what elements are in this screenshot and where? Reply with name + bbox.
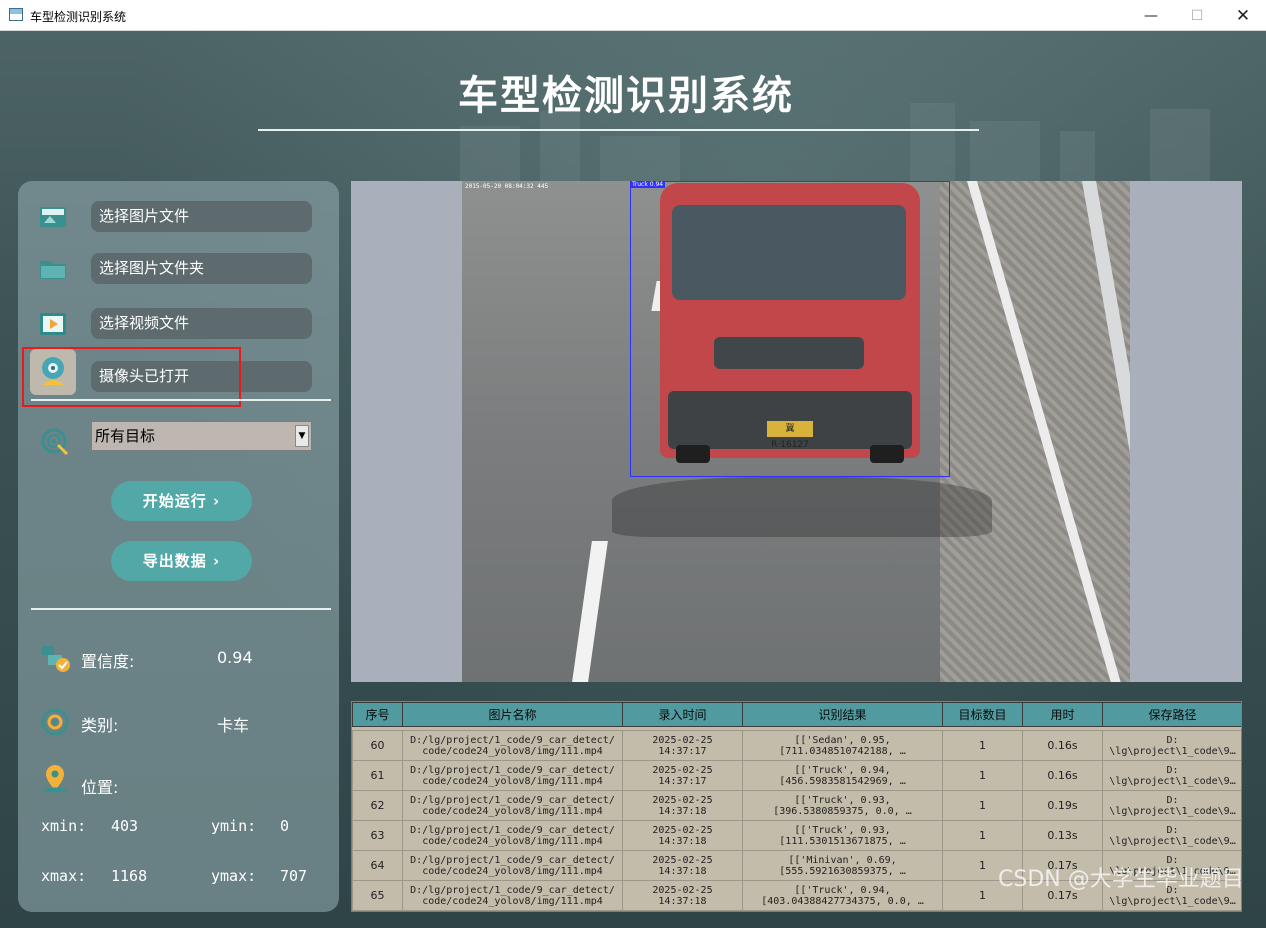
- ymax-value: 707: [280, 867, 308, 885]
- table-row[interactable]: 60 D:/lg/project/1_code/9_car_detect/ cod…: [352, 730, 1241, 761]
- video-file-icon: [38, 310, 68, 338]
- confidence-label: 置信度:: [81, 652, 135, 671]
- folder-icon: [38, 255, 68, 283]
- target-select[interactable]: 所有目标 ▼: [91, 421, 312, 451]
- xmin-value: 403: [111, 817, 139, 835]
- select-image-file-button[interactable]: 选择图片文件: [91, 201, 312, 232]
- row-image-folder: 选择图片文件夹: [18, 253, 339, 285]
- main-area: 车型检测识别系统 选择图片文件 选择图片文件夹 选择视频文件 摄像头已打开 所有…: [0, 31, 1266, 928]
- ymin-value: 0: [280, 817, 290, 835]
- target-icon: [40, 427, 72, 457]
- table-header-row: 序号 图片名称 录入时间 识别结果 目标数目 用时 保存路径: [352, 702, 1241, 727]
- detection-bounding-box: [630, 181, 950, 477]
- frame-timestamp: 2015-05-20 08:04:32 445: [465, 183, 549, 190]
- col-header-duration[interactable]: 用时: [1022, 702, 1103, 727]
- page-title: 车型检测识别系统: [458, 73, 794, 119]
- ymin-label: ymin:: [211, 817, 257, 835]
- control-panel: 选择图片文件 选择图片文件夹 选择视频文件 摄像头已打开 所有目标 ▼ 开始运行…: [18, 181, 339, 912]
- confidence-value: 0.94: [217, 648, 253, 667]
- col-header-name[interactable]: 图片名称: [402, 702, 623, 727]
- divider: [31, 399, 331, 401]
- start-run-button[interactable]: 开始运行 ›: [111, 481, 252, 521]
- xmax-label: xmax:: [41, 867, 87, 885]
- table-row[interactable]: 62 D:/lg/project/1_code/9_car_detect/ cod…: [352, 790, 1241, 821]
- ymax-label: ymax:: [211, 867, 257, 885]
- detection-label: Truck 0.94: [630, 181, 666, 188]
- col-header-count[interactable]: 目标数目: [942, 702, 1023, 727]
- app-window-icon: [9, 8, 23, 21]
- window-title: 车型检测识别系统: [30, 10, 127, 24]
- export-data-button[interactable]: 导出数据 ›: [111, 541, 252, 581]
- xmin-label: xmin:: [41, 817, 87, 835]
- maximize-button[interactable]: ☐: [1174, 0, 1220, 31]
- chevron-down-icon[interactable]: ▼: [295, 425, 309, 447]
- select-video-file-button[interactable]: 选择视频文件: [91, 308, 312, 339]
- minimize-button[interactable]: —: [1128, 0, 1174, 31]
- category-value: 卡车: [217, 716, 250, 735]
- location-pin-icon: [40, 763, 72, 793]
- highlight-box: [22, 347, 241, 407]
- category-icon: [40, 707, 72, 737]
- position-label: 位置:: [81, 778, 119, 797]
- col-header-time[interactable]: 录入时间: [622, 702, 743, 727]
- xmax-value: 1168: [111, 867, 148, 885]
- table-row[interactable]: 63 D:/lg/project/1_code/9_car_detect/ cod…: [352, 820, 1241, 851]
- window-titlebar: 车型检测识别系统 — ☐ ✕: [0, 0, 1266, 31]
- target-select-value: 所有目标: [95, 427, 156, 445]
- watermark: CSDN @大学生毕业题目: [998, 867, 1244, 892]
- image-file-icon: [38, 203, 68, 231]
- divider: [31, 608, 331, 610]
- row-video-file: 选择视频文件: [18, 308, 339, 340]
- table-row[interactable]: 61 D:/lg/project/1_code/9_car_detect/ cod…: [352, 760, 1241, 791]
- category-label: 类别:: [81, 716, 119, 735]
- image-viewer: 冀R·16127 2015-05-20 08:04:32 445 Truck 0…: [351, 181, 1242, 682]
- close-button[interactable]: ✕: [1220, 0, 1266, 31]
- title-underline: [258, 129, 979, 131]
- confidence-icon: [40, 643, 72, 673]
- select-image-folder-button[interactable]: 选择图片文件夹: [91, 253, 312, 284]
- col-header-path[interactable]: 保存路径: [1102, 702, 1241, 727]
- row-image-file: 选择图片文件: [18, 201, 339, 233]
- col-header-result[interactable]: 识别结果: [742, 702, 943, 727]
- col-header-index[interactable]: 序号: [352, 702, 403, 727]
